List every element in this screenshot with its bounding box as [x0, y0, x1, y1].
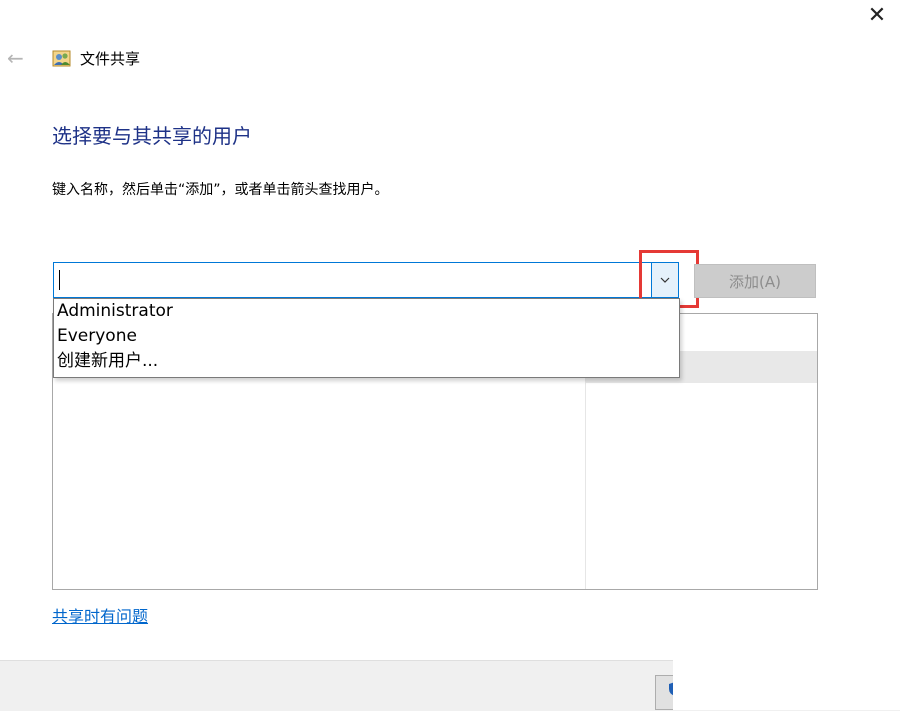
close-icon: ✕ — [867, 2, 887, 28]
dropdown-item-create-user[interactable]: 创建新用户... — [54, 349, 679, 374]
back-arrow-icon: ← — [7, 46, 24, 70]
add-button[interactable]: 添加(A) — [694, 264, 816, 298]
back-button[interactable]: ← — [7, 47, 29, 69]
corner-panel — [673, 620, 900, 710]
text-caret — [59, 270, 60, 290]
instruction-text: 键入名称，然后单击“添加”，或者单击箭头查找用户。 — [52, 182, 389, 198]
dropdown-item-everyone[interactable]: Everyone — [54, 324, 679, 349]
add-button-label: 添加(A) — [729, 272, 781, 291]
sharing-help-link[interactable]: 共享时有问题 — [52, 603, 148, 627]
close-button[interactable]: ✕ — [854, 0, 900, 30]
dropdown-item-administrator[interactable]: Administrator — [54, 299, 679, 324]
user-dropdown-list[interactable]: Administrator Everyone 创建新用户... — [53, 298, 680, 378]
user-name-combobox[interactable] — [53, 262, 679, 298]
window-title: 文件共享 — [80, 50, 141, 68]
file-sharing-icon — [52, 50, 71, 67]
page-heading: 选择要与其共享的用户 — [52, 124, 252, 148]
